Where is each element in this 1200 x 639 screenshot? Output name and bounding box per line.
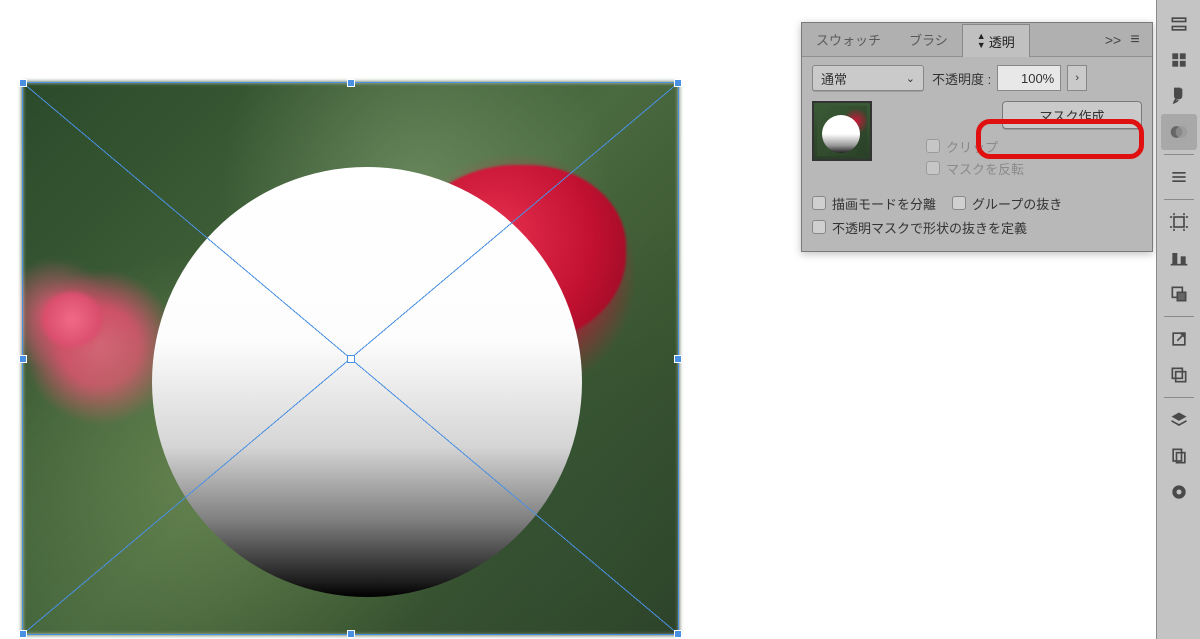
clip-label: クリップ — [946, 137, 998, 156]
blend-mode-select[interactable]: 通常 ⌄ — [812, 65, 924, 91]
asset-export-icon[interactable] — [1161, 357, 1197, 393]
clip-checkbox — [926, 139, 940, 153]
opacity-mask-define-label: 不透明マスクで形状の抜きを定義 — [832, 218, 1027, 237]
right-dock — [1156, 0, 1200, 639]
opacity-stepper[interactable]: › — [1067, 65, 1087, 91]
invert-mask-label: マスクを反転 — [946, 159, 1024, 178]
isolate-blending-checkbox[interactable] — [812, 196, 826, 210]
canvas-artboard[interactable] — [22, 82, 679, 635]
panel-collapse-button[interactable]: >> — [1102, 32, 1124, 48]
chevron-down-icon: ⌄ — [906, 72, 915, 85]
layers-icon[interactable] — [1161, 402, 1197, 438]
gradient-circle-object[interactable] — [152, 167, 582, 597]
artboard-icon[interactable] — [1161, 204, 1197, 240]
export-icon[interactable] — [1161, 321, 1197, 357]
brushes-icon[interactable] — [1161, 78, 1197, 114]
blend-mode-value: 通常 — [821, 69, 847, 88]
object-thumbnail[interactable] — [812, 101, 872, 161]
panel-tab-bar: スウォッチ ブラシ ▲▼ 透明 >> ≡ — [802, 23, 1152, 57]
transparency-icon[interactable] — [1161, 114, 1197, 150]
tab-brushes[interactable]: ブラシ — [895, 23, 962, 56]
rose-flower-small — [42, 292, 102, 347]
pathfinder-icon[interactable] — [1161, 276, 1197, 312]
make-mask-label: マスク作成 — [1039, 106, 1104, 125]
appearance-icon[interactable] — [1161, 474, 1197, 510]
libraries-icon[interactable] — [1161, 438, 1197, 474]
swatches-grid-icon[interactable] — [1161, 42, 1197, 78]
knockout-group-label: グループの抜き — [972, 194, 1062, 213]
opacity-label: 不透明度 : — [932, 69, 991, 88]
transparency-panel: スウォッチ ブラシ ▲▼ 透明 >> ≡ 通常 ⌄ 不透明度 : 100% › — [801, 22, 1153, 252]
properties-icon[interactable] — [1161, 6, 1197, 42]
tab-swatches[interactable]: スウォッチ — [802, 23, 895, 56]
panel-menu-button[interactable]: ≡ — [1124, 31, 1146, 49]
make-mask-button[interactable]: マスク作成 — [1002, 101, 1142, 129]
knockout-group-checkbox[interactable] — [952, 196, 966, 210]
tab-transparency[interactable]: ▲▼ 透明 — [962, 24, 1030, 57]
invert-mask-checkbox — [926, 161, 940, 175]
tab-transparency-label: 透明 — [989, 32, 1015, 51]
opacity-input[interactable]: 100% — [997, 65, 1061, 91]
isolate-blending-label: 描画モードを分離 — [832, 194, 936, 213]
panel-expand-toggle-icon: ▲▼ — [977, 32, 985, 50]
stroke-icon[interactable] — [1161, 159, 1197, 195]
align-icon[interactable] — [1161, 240, 1197, 276]
opacity-value: 100% — [1021, 71, 1054, 86]
opacity-mask-define-checkbox[interactable] — [812, 220, 826, 234]
